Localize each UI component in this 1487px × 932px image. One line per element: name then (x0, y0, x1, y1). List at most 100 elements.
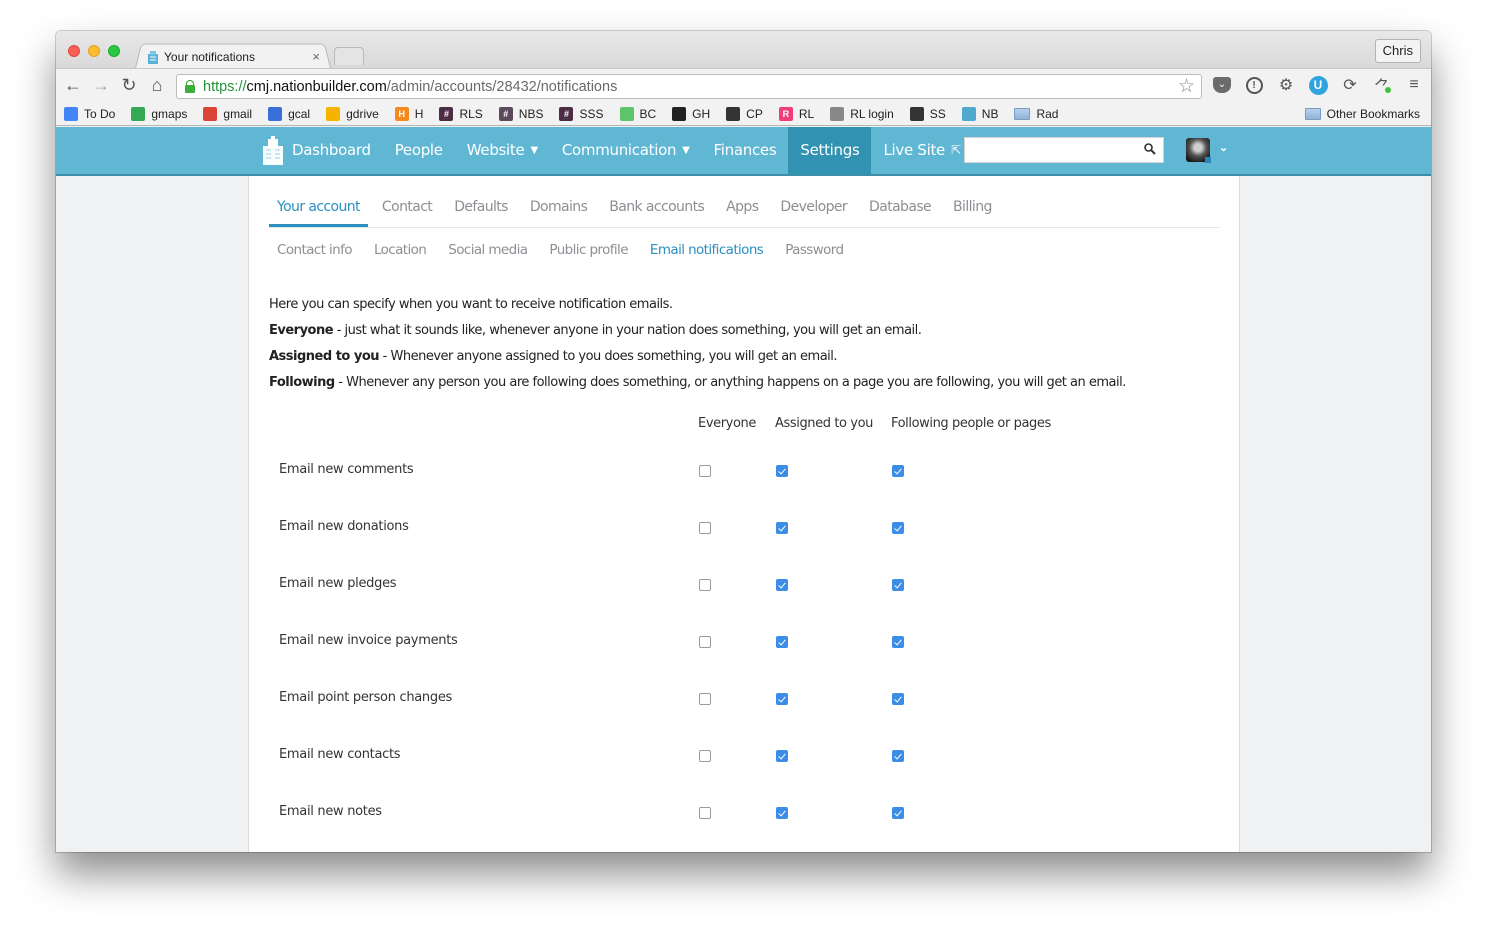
tab-defaults[interactable]: Defaults (446, 192, 516, 227)
new-tab-button[interactable] (334, 47, 364, 65)
subtab-email-notifications[interactable]: Email notifications (642, 242, 771, 258)
checkbox-following[interactable] (892, 807, 904, 819)
nav-item-dashboard[interactable]: Dashboard (292, 127, 383, 174)
address-bar[interactable]: https://cmj.nationbuilder.com/admin/acco… (176, 74, 1202, 99)
description-following: Following - Whenever any person you are … (269, 375, 1126, 391)
bookmark-nb[interactable]: NB (961, 106, 998, 121)
bookmark-to-do[interactable]: To Do (64, 106, 116, 121)
checkbox-following[interactable] (892, 579, 904, 591)
checkbox-everyone[interactable] (699, 636, 711, 648)
bookmark-ss[interactable]: SS (909, 106, 946, 121)
tab-bank-accounts[interactable]: Bank accounts (601, 192, 712, 227)
checkbox-following[interactable] (892, 750, 904, 762)
bookmark-star-icon[interactable]: ☆ (1178, 75, 1195, 98)
nav-item-communication[interactable]: Communication ▼ (550, 127, 702, 174)
checkbox-following[interactable] (892, 636, 904, 648)
runner-extension-icon[interactable]: ⺈ (1371, 74, 1393, 96)
tab-developer[interactable]: Developer (772, 192, 855, 227)
avatar[interactable] (1186, 138, 1211, 163)
checkbox-assigned[interactable] (776, 579, 788, 591)
bookmark-label: SS (929, 106, 946, 121)
nav-search-input[interactable] (964, 137, 1164, 163)
close-tab-icon[interactable]: × (312, 49, 320, 64)
search-icon[interactable] (1144, 143, 1156, 155)
checkbox-following[interactable] (892, 693, 904, 705)
checkbox-everyone[interactable] (699, 465, 711, 477)
description-everyone: Everyone - just what it sounds like, whe… (269, 323, 1126, 339)
maximize-window-button[interactable] (108, 45, 120, 57)
nav-item-settings[interactable]: Settings (788, 127, 872, 174)
gear-icon[interactable]: ⚙ (1275, 74, 1297, 96)
tab-your-account[interactable]: Your account (269, 192, 368, 227)
checkbox-following[interactable] (892, 465, 904, 477)
basecamp-icon (619, 106, 634, 121)
checkbox-assigned[interactable] (776, 465, 788, 477)
checkbox-everyone[interactable] (699, 807, 711, 819)
url-host: cmj.nationbuilder.com (246, 78, 387, 95)
bookmark-h[interactable]: HH (394, 106, 423, 121)
bookmark-label: To Do (84, 106, 116, 121)
bookmark-sss[interactable]: # SSS (559, 106, 604, 121)
bookmark-gh[interactable]: GH (672, 106, 710, 121)
minimize-window-button[interactable] (88, 45, 100, 57)
bookmark-gmail[interactable]: gmail (203, 106, 252, 121)
close-window-button[interactable] (68, 45, 80, 57)
subtab-contact-info[interactable]: Contact info (269, 242, 360, 258)
bookmark-rad[interactable]: Rad (1014, 107, 1058, 121)
nav-item-people[interactable]: People (383, 127, 455, 174)
checkbox-assigned[interactable] (776, 693, 788, 705)
reload-icon[interactable]: ↻ (119, 75, 139, 95)
home-icon[interactable]: ⌂ (147, 75, 167, 95)
notification-row-label: Email new donations (279, 519, 409, 534)
menu-hamburger-icon[interactable]: ≡ (1403, 74, 1425, 96)
bookmark-bc[interactable]: BC (619, 106, 656, 121)
bookmark-gcal[interactable]: gcal (268, 106, 310, 121)
subtab-social-media[interactable]: Social media (440, 242, 535, 258)
chevron-down-icon: ▼ (530, 145, 538, 156)
checkbox-assigned[interactable] (776, 750, 788, 762)
checkbox-everyone[interactable] (699, 693, 711, 705)
checkbox-assigned[interactable] (776, 807, 788, 819)
nationbuilder-logo-icon[interactable] (260, 135, 286, 166)
pocket-icon[interactable]: ⌄ (1211, 74, 1233, 96)
browser-tab-content[interactable]: Your notifications × (146, 47, 326, 67)
page: Dashboard People Website ▼ Communication ▼ Fin… (56, 127, 1431, 852)
checkbox-everyone[interactable] (699, 522, 711, 534)
nav-item-label: Live Site (883, 141, 945, 159)
nav-item-label: Website (466, 141, 525, 159)
bookmark-gmaps[interactable]: gmaps (131, 106, 187, 121)
tab-apps[interactable]: Apps (718, 192, 766, 227)
forward-arrow-icon[interactable]: → (91, 75, 111, 95)
tab-domains[interactable]: Domains (522, 192, 595, 227)
bookmark-cp[interactable]: CP (726, 106, 763, 121)
checkbox-following[interactable] (892, 522, 904, 534)
sync-icon[interactable]: ⟳ (1339, 74, 1361, 96)
tab-database[interactable]: Database (861, 192, 939, 227)
subtab-password[interactable]: Password (777, 242, 851, 258)
subtab-public-profile[interactable]: Public profile (541, 242, 636, 258)
checkbox-everyone[interactable] (699, 579, 711, 591)
tab-contact[interactable]: Contact (374, 192, 440, 227)
account-chevron-down-icon[interactable]: ⌄ (1219, 141, 1228, 154)
checkbox-everyone[interactable] (699, 750, 711, 762)
nav-item-website[interactable]: Website ▼ (455, 127, 550, 174)
nav-item-finances[interactable]: Finances (702, 127, 789, 174)
chevron-down-icon: ▼ (682, 145, 690, 156)
nav-item-label: Dashboard (292, 141, 371, 159)
bookmark-rls[interactable]: # RLS (439, 106, 483, 121)
back-arrow-icon[interactable]: ← (63, 75, 83, 95)
bookmark-gdrive[interactable]: gdrive (326, 106, 379, 121)
checkbox-assigned[interactable] (776, 636, 788, 648)
bookmark-nbs[interactable]: # NBS (498, 106, 543, 121)
nav-item-live-site[interactable]: Live Site ⇱ (871, 127, 972, 174)
bookmark-rl-login[interactable]: RL login (830, 106, 894, 121)
tab-billing[interactable]: Billing (945, 192, 1000, 227)
profile-button[interactable]: Chris (1374, 39, 1421, 63)
ublock-icon[interactable]: U (1307, 74, 1329, 96)
other-bookmarks[interactable]: Other Bookmarks (1304, 107, 1420, 121)
bookmarks-bar: To Do gmaps gmail gcal gdrive H H # RLS # NBS # SSS B… (56, 102, 1431, 126)
subtab-location[interactable]: Location (366, 242, 434, 258)
bookmark-rl[interactable]: R RL (778, 106, 814, 121)
onepassword-icon[interactable]: ! (1243, 74, 1265, 96)
checkbox-assigned[interactable] (776, 522, 788, 534)
